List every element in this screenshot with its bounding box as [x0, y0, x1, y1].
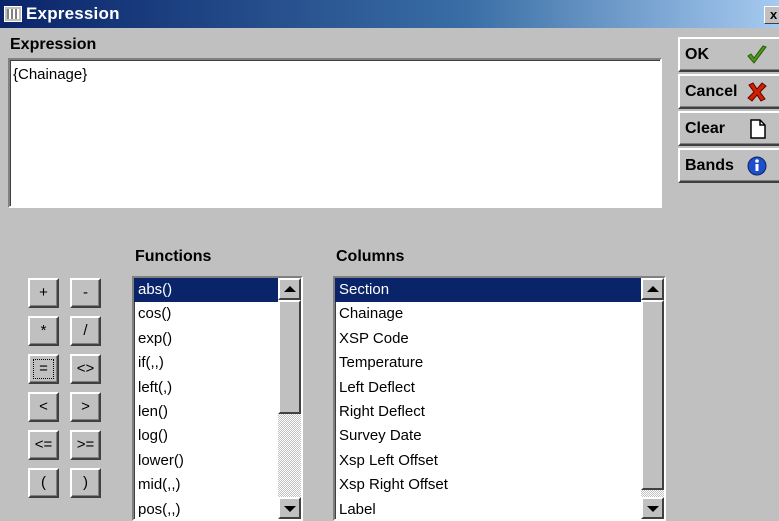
column-list-item[interactable]: Survey Date: [335, 424, 664, 448]
column-list-item[interactable]: Temperature: [335, 351, 664, 375]
divide-button[interactable]: /: [70, 316, 101, 346]
function-list-item[interactable]: abs(): [134, 278, 301, 303]
bands-button[interactable]: Bands: [678, 148, 779, 183]
less-than-button[interactable]: <: [28, 392, 59, 422]
minus-button[interactable]: -: [70, 278, 101, 308]
scroll-thumb[interactable]: [278, 300, 301, 414]
scroll-up-arrow-icon[interactable]: [278, 278, 301, 300]
open-paren-button[interactable]: (: [28, 468, 59, 498]
function-list-item[interactable]: left(,): [134, 376, 301, 400]
ok-button[interactable]: OK: [678, 37, 779, 72]
plus-button[interactable]: +: [28, 278, 59, 308]
functions-items: abs() cos() exp() if(,,) left(,) len() log() lo…: [134, 278, 301, 519]
column-list-item[interactable]: Right Deflect: [335, 400, 664, 424]
scroll-thumb[interactable]: [641, 300, 664, 490]
columns-scrollbar[interactable]: [641, 278, 664, 519]
checkmark-icon: [747, 45, 767, 64]
function-list-item[interactable]: lower(): [134, 449, 301, 473]
greater-than-button[interactable]: >: [70, 392, 101, 422]
window-title: Expression: [26, 4, 120, 23]
expression-text: {Chainage}: [13, 66, 88, 83]
expression-input[interactable]: {Chainage}: [8, 58, 662, 208]
column-list-item[interactable]: Xsp Left Offset: [335, 449, 664, 473]
x-icon: [747, 82, 767, 102]
cancel-label: Cancel: [685, 83, 738, 100]
scroll-down-arrow-icon[interactable]: [278, 497, 301, 519]
function-list-item[interactable]: exp(): [134, 327, 301, 351]
clear-label: Clear: [685, 120, 726, 137]
bands-label: Bands: [685, 157, 734, 174]
column-list-item[interactable]: Label: [335, 498, 664, 519]
column-list-item[interactable]: XSP Code: [335, 327, 664, 351]
column-list-item[interactable]: Xsp Right Offset: [335, 473, 664, 497]
columns-items: Section Chainage XSP Code Temperature Left D…: [335, 278, 664, 519]
document-icon: [750, 119, 766, 139]
functions-list[interactable]: abs() cos() exp() if(,,) left(,) len() log() lo…: [132, 276, 303, 521]
function-list-item[interactable]: pos(,,): [134, 498, 301, 519]
functions-label: Functions: [135, 248, 212, 265]
ok-label: OK: [685, 46, 709, 63]
expression-label: Expression: [10, 36, 97, 53]
column-list-item[interactable]: Chainage: [335, 302, 664, 326]
title-bar: Expression x: [0, 0, 779, 28]
clear-button[interactable]: Clear: [678, 111, 779, 146]
function-list-item[interactable]: cos(): [134, 302, 301, 326]
multiply-button[interactable]: *: [28, 316, 59, 346]
scroll-up-arrow-icon[interactable]: [641, 278, 664, 300]
close-button[interactable]: x: [764, 6, 779, 24]
functions-scrollbar[interactable]: [278, 278, 301, 519]
function-list-item[interactable]: len(): [134, 400, 301, 424]
columns-list[interactable]: Section Chainage XSP Code Temperature Left D…: [333, 276, 666, 521]
close-paren-button[interactable]: ): [70, 468, 101, 498]
app-icon: [4, 6, 22, 22]
greater-equal-button[interactable]: >=: [70, 430, 101, 460]
column-list-item[interactable]: Section: [335, 278, 664, 303]
info-icon: [747, 156, 767, 176]
column-list-item[interactable]: Left Deflect: [335, 376, 664, 400]
function-list-item[interactable]: log(): [134, 424, 301, 448]
scroll-down-arrow-icon[interactable]: [641, 497, 664, 519]
not-equal-button[interactable]: <>: [70, 354, 101, 384]
function-list-item[interactable]: mid(,,): [134, 473, 301, 497]
cancel-button[interactable]: Cancel: [678, 74, 779, 109]
equals-button[interactable]: =: [28, 354, 59, 384]
function-list-item[interactable]: if(,,): [134, 351, 301, 375]
columns-label: Columns: [336, 248, 405, 265]
less-equal-button[interactable]: <=: [28, 430, 59, 460]
